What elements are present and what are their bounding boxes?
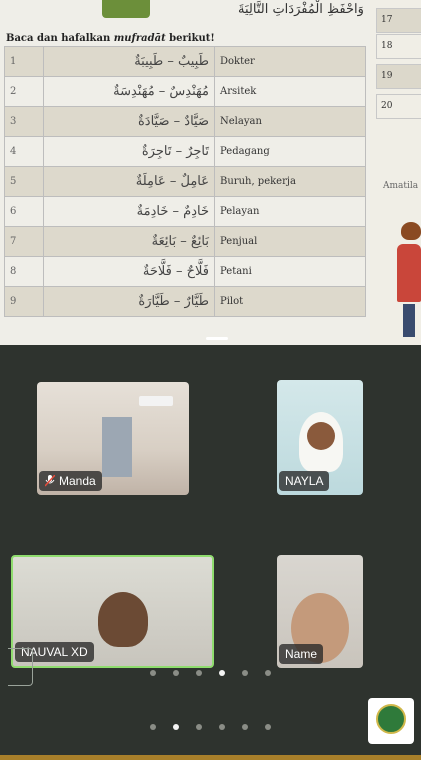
page-dot[interactable] [150,724,156,730]
table-row: 9 طَيَّارٌ – طَيَّارَةٌ Pilot [4,286,366,317]
mic-off-icon [44,474,56,487]
vocabulary-table: 1 طَبِيبٌ – طَبِيبَةٌ Dokter 2 مُهَنْدِسٌ –… [4,46,366,317]
adjacent-row-number: 17 [381,15,393,25]
participant-tile-manda[interactable]: Manda [37,382,189,495]
bottom-accent-bar [0,755,421,760]
table-row: 3 صَيَّادٌ – صَيَّادَةٌ Nelayan [4,106,366,137]
arabic-word: بَائِعٌ – بَائِعَةٌ [43,226,215,257]
adjacent-row-number: 19 [381,71,393,81]
participant-name: NAYLA [285,474,324,488]
instruction-text: Baca dan hafalkan mufradāt berikut! [6,33,215,44]
meaning: Pedagang [214,136,366,167]
meaning: Nelayan [214,106,366,137]
adjacent-row-number: 20 [381,101,393,111]
adjacent-row: 19 [376,64,421,89]
arabic-header: وَاحْفَظِ الْمُفْرَدَاتِ التَّالِيَةَ [238,2,364,17]
book-page: وَاحْفَظِ الْمُفْرَدَاتِ التَّالِيَةَ Ba… [0,0,370,345]
page-dot[interactable] [196,670,202,676]
character-illustration [397,222,421,337]
screen-page-indicator [0,724,421,730]
table-row: 5 عَامِلٌ – عَامِلَةٌ Buruh, pekerja [4,166,366,197]
instruction-suffix: berikut! [165,33,215,44]
participant-name: Name [285,647,318,661]
arabic-word: تَاجِرٌ – تَاجِرَةٌ [43,136,215,167]
page-dot[interactable] [242,724,248,730]
page-dot[interactable] [219,724,225,730]
meaning: Dokter [214,46,366,77]
school-logo [368,698,414,744]
table-row: 1 طَبِيبٌ – طَبِيبَةٌ Dokter [4,46,366,77]
meaning: Penjual [214,226,366,257]
arabic-word: خَادِمٌ – خَادِمَةٌ [43,196,215,227]
meaning: Petani [214,256,366,287]
page-dot[interactable] [196,724,202,730]
adjacent-row-number: 18 [381,41,393,51]
participant-name-tag: Manda [39,471,102,491]
row-number: 9 [4,286,44,317]
meaning: Buruh, pekerja [214,166,366,197]
adjacent-row: 20 [376,94,421,119]
page-dot[interactable] [265,724,271,730]
adjacent-row: 18 [376,34,421,59]
table-row: 2 مُهَنْدِسٌ – مُهَنْدِسَةٌ Arsitek [4,76,366,107]
page-dot[interactable] [265,670,271,676]
table-row: 4 تَاجِرٌ – تَاجِرَةٌ Pedagang [4,136,366,167]
page-dot[interactable] [150,670,156,676]
row-number: 3 [4,106,44,137]
arabic-word: عَامِلٌ – عَامِلَةٌ [43,166,215,197]
row-number: 4 [4,136,44,167]
participant-name-tag: Name [279,644,324,664]
instruction-prefix: Baca dan hafalkan [6,33,114,44]
drag-handle[interactable] [206,337,228,340]
arabic-word: مُهَنْدِسٌ – مُهَنْدِسَةٌ [43,76,215,107]
row-number: 5 [4,166,44,197]
book-section-logo [102,0,150,18]
collapse-side-arrow[interactable] [8,648,33,686]
shared-screen: وَاحْفَظِ الْمُفْرَدَاتِ التَّالِيَةَ Ba… [0,0,421,345]
gallery-page-indicator [0,670,421,676]
table-row: 8 فَلَّاحٌ – فَلَّاحَةٌ Petani [4,256,366,287]
arabic-word: صَيَّادٌ – صَيَّادَةٌ [43,106,215,137]
participant-tile-nauval[interactable]: NAUVAL XD [11,555,214,668]
meaning: Pelayan [214,196,366,227]
participant-name: Manda [59,474,96,488]
arabic-word: طَبِيبٌ – طَبِيبَةٌ [43,46,215,77]
participant-name-tag: NAYLA [279,471,330,491]
book-header: وَاحْفَظِ الْمُفْرَدَاتِ التَّالِيَةَ [10,0,365,30]
page-dot[interactable] [173,670,179,676]
page-dot[interactable] [242,670,248,676]
participant-tile-nayla[interactable]: NAYLA [277,380,363,495]
arabic-word: فَلَّاحٌ – فَلَّاحَةٌ [43,256,215,287]
meaning: Arsitek [214,76,366,107]
row-number: 7 [4,226,44,257]
meaning: Pilot [214,286,366,317]
row-number: 1 [4,46,44,77]
instruction-term: mufradāt [113,33,166,44]
row-number: 2 [4,76,44,107]
table-row: 6 خَادِمٌ – خَادِمَةٌ Pelayan [4,196,366,227]
page-dot-active[interactable] [219,670,225,676]
arabic-word: طَيَّارٌ – طَيَّارَةٌ [43,286,215,317]
adjacent-row: 17 [376,8,421,33]
page-dot-active[interactable] [173,724,179,730]
video-gallery: Manda NAYLA NAUVAL XD Name [0,345,421,760]
row-number: 8 [4,256,44,287]
amatilah-text: Amatila [383,181,419,191]
row-number: 6 [4,196,44,227]
participant-tile-name[interactable]: Name [277,555,363,668]
table-row: 7 بَائِعٌ – بَائِعَةٌ Penjual [4,226,366,257]
